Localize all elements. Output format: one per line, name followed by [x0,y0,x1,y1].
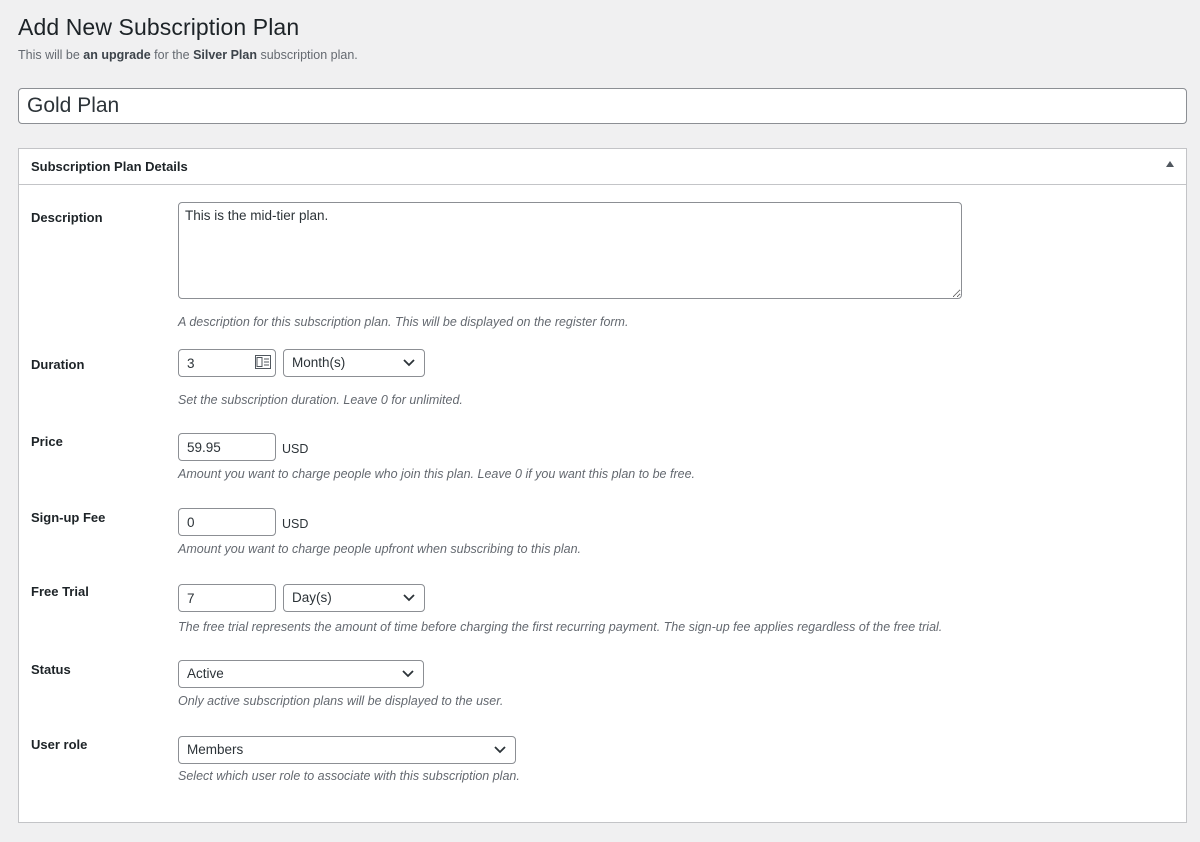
subtitle-upgrade-type: an upgrade [83,48,151,62]
page-subtitle: This will be an upgrade for the Silver P… [18,48,358,62]
subtitle-mid: for the [150,48,194,62]
description-help: A description for this subscription plan… [178,315,629,329]
plan-name-input[interactable] [18,88,1187,124]
status-value: Active [187,666,224,681]
page-title: Add New Subscription Plan [18,14,300,40]
duration-unit-value: Month(s) [292,355,346,370]
free-trial-input[interactable] [178,584,276,612]
user-role-select[interactable]: Members [178,736,516,764]
chevron-down-icon [402,670,414,678]
free-trial-unit-value: Day(s) [292,590,332,605]
price-input[interactable] [178,433,276,461]
duration-help: Set the subscription duration. Leave 0 f… [178,393,463,407]
chevron-down-icon [403,359,415,367]
subtitle-base-plan: Silver Plan [193,48,257,62]
duration-label: Duration [31,357,85,372]
status-select[interactable]: Active [178,660,424,688]
subtitle-suffix: subscription plan. [257,48,358,62]
status-help: Only active subscription plans will be d… [178,694,504,708]
free-trial-label: Free Trial [31,584,89,599]
number-spinner-icon [255,355,271,369]
panel-toggle-button[interactable] [1158,155,1182,179]
signup-fee-input[interactable] [178,508,276,536]
panel-header: Subscription Plan Details [19,149,1186,185]
user-role-help: Select which user role to associate with… [178,769,520,783]
duration-value: 3 [187,356,195,371]
triangle-up-icon [1166,161,1174,167]
description-textarea[interactable]: This is the mid-tier plan. [178,202,962,299]
free-trial-unit-select[interactable]: Day(s) [283,584,425,612]
description-label: Description [31,210,103,225]
free-trial-help: The free trial represents the amount of … [178,620,943,634]
chevron-down-icon [494,746,506,754]
duration-input[interactable]: 3 [178,349,276,377]
signup-fee-help: Amount you want to charge people upfront… [178,542,582,556]
duration-unit-select[interactable]: Month(s) [283,349,425,377]
panel-title: Subscription Plan Details [31,159,188,174]
status-label: Status [31,662,71,677]
chevron-down-icon [403,594,415,602]
price-currency: USD [282,442,309,456]
signup-fee-currency: USD [282,517,309,531]
signup-fee-label: Sign-up Fee [31,510,106,525]
user-role-value: Members [187,742,244,757]
price-help: Amount you want to charge people who joi… [178,467,695,481]
user-role-label: User role [31,737,88,752]
subtitle-prefix: This will be [18,48,84,62]
price-label: Price [31,434,63,449]
subscription-plan-details-panel: Subscription Plan Details Description Th… [18,148,1187,823]
